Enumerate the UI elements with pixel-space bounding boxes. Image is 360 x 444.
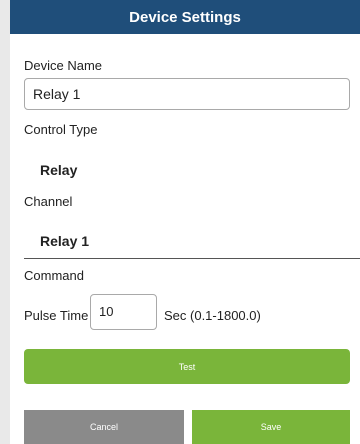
- control-type-label: Control Type: [24, 122, 98, 137]
- command-label: Command: [24, 268, 84, 283]
- test-button-label: Test: [178, 361, 196, 372]
- device-settings-screen: Device Settings Device Name Relay 1 Cont…: [0, 0, 360, 444]
- channel-label: Channel: [24, 194, 73, 209]
- cancel-button[interactable]: Cancel: [24, 410, 184, 444]
- dialog-header: Device Settings: [10, 0, 360, 34]
- cancel-button-label: Cancel: [89, 422, 118, 432]
- control-type-value: Relay: [40, 162, 78, 178]
- channel-select[interactable]: Relay 1: [40, 233, 89, 249]
- channel-underline: [24, 258, 360, 259]
- save-button-label: Save: [260, 422, 282, 432]
- test-button[interactable]: Test: [24, 349, 350, 384]
- save-button[interactable]: Save: [192, 410, 350, 444]
- device-name-label: Device Name: [24, 58, 103, 73]
- settings-panel: Device Name Relay 1 Control Type Relay C…: [10, 34, 360, 444]
- pulse-time-label: Pulse Time: [24, 308, 89, 323]
- dialog-title: Device Settings: [129, 8, 241, 26]
- device-name-input[interactable]: Relay 1: [24, 78, 350, 110]
- pulse-time-input[interactable]: 10: [90, 294, 157, 330]
- pulse-time-range: Sec (0.1-1800.0): [164, 308, 261, 323]
